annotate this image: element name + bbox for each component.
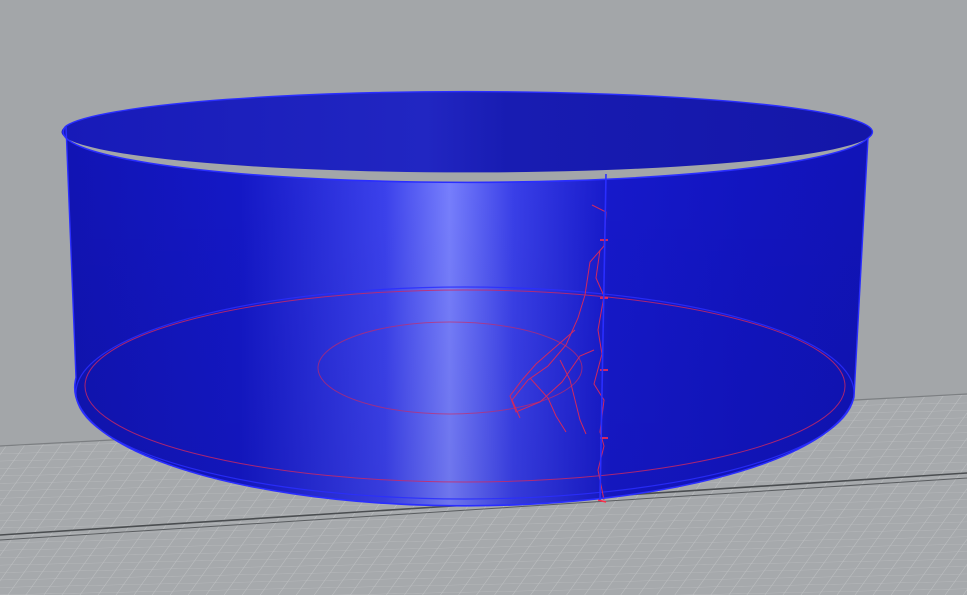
3d-viewport[interactable] (0, 0, 967, 595)
perspective-scene[interactable] (0, 0, 967, 595)
cylinder-object[interactable] (61, 90, 874, 507)
